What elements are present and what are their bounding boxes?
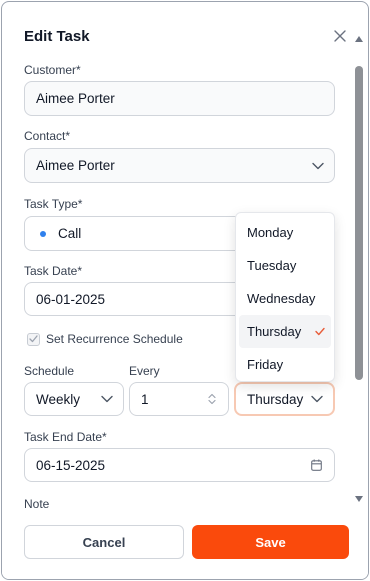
task-type-label: Task Type* xyxy=(24,197,83,211)
task-end-date-label: Task End Date* xyxy=(24,430,107,444)
save-button[interactable]: Save xyxy=(192,525,349,559)
customer-value: Aimee Porter xyxy=(36,91,115,106)
day-option-label: Monday xyxy=(247,225,294,240)
day-option[interactable]: Wednesday xyxy=(236,282,334,315)
chevron-down-icon xyxy=(311,395,323,403)
contact-select[interactable]: Aimee Porter xyxy=(24,148,335,183)
day-option-label: Tuesday xyxy=(247,258,297,273)
edit-task-dialog: Edit Task Customer* Aimee Porter Contact… xyxy=(1,1,369,580)
scroll-up-arrow-icon[interactable] xyxy=(355,36,363,42)
task-date-value: 06-01-2025 xyxy=(36,291,106,307)
customer-label: Customer* xyxy=(24,63,81,77)
scroll-down-arrow-icon[interactable] xyxy=(355,496,363,502)
recurrence-label: Set Recurrence Schedule xyxy=(46,332,183,346)
customer-field[interactable]: Aimee Porter xyxy=(24,81,335,116)
recurrence-checkbox[interactable] xyxy=(27,332,40,346)
day-value: Thursday xyxy=(247,391,304,407)
note-label: Note xyxy=(24,497,50,511)
task-date-label: Task Date* xyxy=(24,264,83,278)
schedule-value: Weekly xyxy=(36,391,81,407)
day-option-label: Friday xyxy=(247,357,284,372)
task-type-dot-icon xyxy=(40,230,46,237)
contact-label: Contact* xyxy=(24,129,71,143)
schedule-select[interactable]: Weekly xyxy=(24,382,124,416)
day-option-label: Thursday xyxy=(247,324,302,339)
day-option-selected[interactable]: Thursday xyxy=(239,315,331,348)
schedule-label: Schedule xyxy=(24,364,75,378)
day-option[interactable]: Tuesday xyxy=(236,249,334,282)
every-stepper[interactable]: 1 xyxy=(129,382,229,416)
scrollbar-thumb[interactable] xyxy=(355,66,363,380)
close-icon[interactable] xyxy=(332,28,348,44)
day-option-label: Wednesday xyxy=(247,291,316,306)
dialog-title: Edit Task xyxy=(24,28,90,45)
every-label: Every xyxy=(129,364,160,378)
day-dropdown-menu: Monday Tuesday Wednesday Thursday Friday xyxy=(235,212,335,382)
chevron-down-icon xyxy=(101,395,113,403)
day-option[interactable]: Friday xyxy=(236,348,334,381)
contact-value: Aimee Porter xyxy=(36,158,115,173)
task-type-value: Call xyxy=(58,226,82,241)
chevron-down-icon xyxy=(312,162,324,169)
task-end-date-field[interactable]: 06-15-2025 xyxy=(24,448,335,482)
stepper-arrows-icon[interactable] xyxy=(208,393,216,405)
calendar-icon[interactable] xyxy=(311,459,322,471)
day-option[interactable]: Monday xyxy=(236,216,334,249)
recurrence-checkbox-row[interactable]: Set Recurrence Schedule xyxy=(27,332,183,346)
task-end-date-value: 06-15-2025 xyxy=(36,457,106,473)
checkmark-icon xyxy=(315,327,325,335)
every-value: 1 xyxy=(141,391,149,407)
day-select[interactable]: Thursday xyxy=(234,382,335,416)
cancel-button[interactable]: Cancel xyxy=(24,525,184,559)
check-icon xyxy=(29,335,38,343)
